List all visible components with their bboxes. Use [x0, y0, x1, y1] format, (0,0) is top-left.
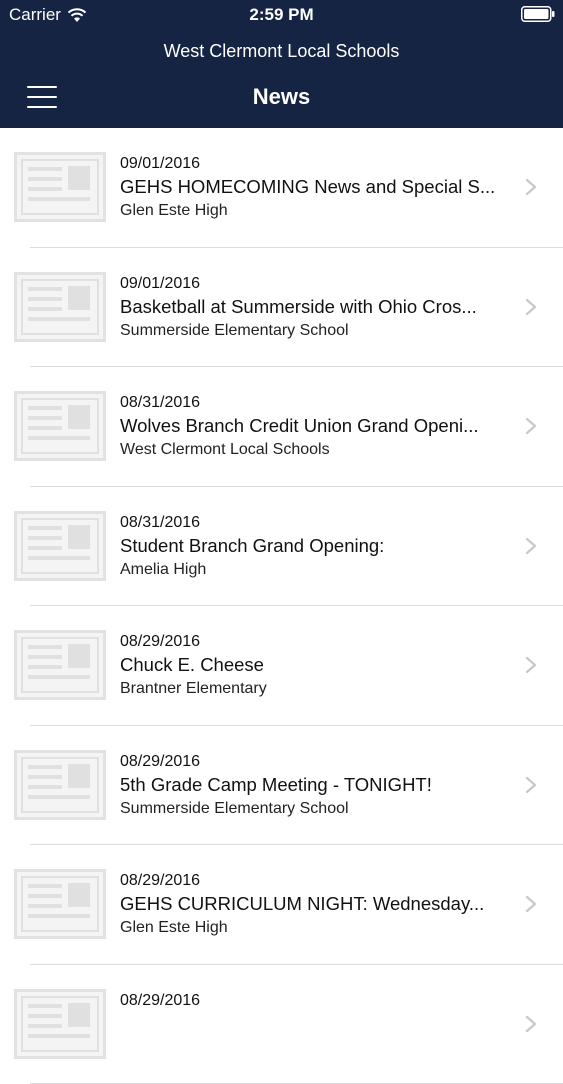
- news-item-text: 08/29/2016 GEHS CURRICULUM NIGHT: Wednes…: [120, 871, 510, 939]
- news-item-source: West Clermont Local Schools: [120, 439, 510, 461]
- news-item-text: 08/29/2016 5th Grade Camp Meeting - TONI…: [120, 752, 510, 820]
- news-item-title: Wolves Branch Credit Union Grand Openi..…: [120, 413, 508, 439]
- chevron-right-icon: [525, 178, 537, 196]
- chevron-right-icon: [525, 1015, 537, 1033]
- news-item-date: 08/29/2016: [120, 752, 510, 772]
- newspaper-icon: [14, 989, 106, 1059]
- news-item-source: Summerside Elementary School: [120, 320, 510, 342]
- news-list-item[interactable]: 08/29/2016 5th Grade Camp Meeting - TONI…: [0, 726, 563, 846]
- district-name: West Clermont Local Schools: [0, 41, 563, 62]
- news-item-source: Summerside Elementary School: [120, 798, 510, 820]
- news-item-date: 09/01/2016: [120, 154, 510, 174]
- status-bar: Carrier 2:59 PM: [0, 0, 563, 30]
- newspaper-icon: [14, 272, 106, 342]
- news-item-date: 08/29/2016: [120, 991, 510, 1011]
- news-item-text: 08/29/2016 Chuck E. Cheese Brantner Elem…: [120, 632, 510, 700]
- news-item-title: GEHS CURRICULUM NIGHT: Wednesday...: [120, 891, 508, 917]
- news-item-text: 08/29/2016: [120, 991, 510, 1011]
- news-item-date: 08/31/2016: [120, 513, 510, 533]
- news-item-source: Glen Este High: [120, 917, 510, 939]
- news-item-title: Chuck E. Cheese: [120, 652, 508, 678]
- newspaper-icon: [14, 750, 106, 820]
- news-item-title: GEHS HOMECOMING News and Special S...: [120, 174, 508, 200]
- news-list-item[interactable]: 08/31/2016 Wolves Branch Credit Union Gr…: [0, 367, 563, 487]
- news-item-text: 09/01/2016 Basketball at Summerside with…: [120, 274, 510, 342]
- menu-icon-bar: [27, 96, 57, 98]
- news-list-item[interactable]: 08/31/2016 Student Branch Grand Opening:…: [0, 487, 563, 607]
- chevron-right-icon: [525, 656, 537, 674]
- status-time: 2:59 PM: [0, 5, 563, 25]
- news-list-item[interactable]: 08/29/2016 GEHS CURRICULUM NIGHT: Wednes…: [0, 845, 563, 965]
- news-list-item[interactable]: 09/01/2016 GEHS HOMECOMING News and Spec…: [0, 128, 563, 248]
- app-header: Carrier 2:59 PM West Clermont Local Scho…: [0, 0, 563, 128]
- news-list: 09/01/2016 GEHS HOMECOMING News and Spec…: [0, 128, 563, 1084]
- news-list-item[interactable]: 08/29/2016: [0, 965, 563, 1084]
- news-item-text: 08/31/2016 Student Branch Grand Opening:…: [120, 513, 510, 581]
- newspaper-icon: [14, 869, 106, 939]
- news-item-title: Student Branch Grand Opening:: [120, 533, 508, 559]
- chevron-right-icon: [525, 298, 537, 316]
- newspaper-icon: [14, 630, 106, 700]
- newspaper-icon: [14, 511, 106, 581]
- chevron-right-icon: [525, 776, 537, 794]
- news-item-text: 08/31/2016 Wolves Branch Credit Union Gr…: [120, 393, 510, 461]
- news-item-date: 08/29/2016: [120, 632, 510, 652]
- hamburger-menu-icon: [27, 86, 57, 88]
- news-item-date: 08/31/2016: [120, 393, 510, 413]
- page-title: News: [0, 84, 563, 110]
- chevron-right-icon: [525, 537, 537, 555]
- news-item-title: Basketball at Summerside with Ohio Cros.…: [120, 294, 508, 320]
- news-item-source: Glen Este High: [120, 200, 510, 222]
- news-item-source: Brantner Elementary: [120, 678, 510, 700]
- hamburger-menu-button[interactable]: [20, 80, 64, 114]
- news-item-text: 09/01/2016 GEHS HOMECOMING News and Spec…: [120, 154, 510, 222]
- chevron-right-icon: [525, 895, 537, 913]
- news-item-source: Amelia High: [120, 559, 510, 581]
- news-item-date: 08/29/2016: [120, 871, 510, 891]
- battery-icon: [521, 6, 555, 22]
- newspaper-icon: [14, 391, 106, 461]
- menu-icon-bar: [27, 106, 57, 108]
- news-list-item[interactable]: 09/01/2016 Basketball at Summerside with…: [0, 248, 563, 368]
- news-list-item[interactable]: 08/29/2016 Chuck E. Cheese Brantner Elem…: [0, 606, 563, 726]
- news-item-date: 09/01/2016: [120, 274, 510, 294]
- chevron-right-icon: [525, 417, 537, 435]
- newspaper-icon: [14, 152, 106, 222]
- news-item-title: 5th Grade Camp Meeting - TONIGHT!: [120, 772, 508, 798]
